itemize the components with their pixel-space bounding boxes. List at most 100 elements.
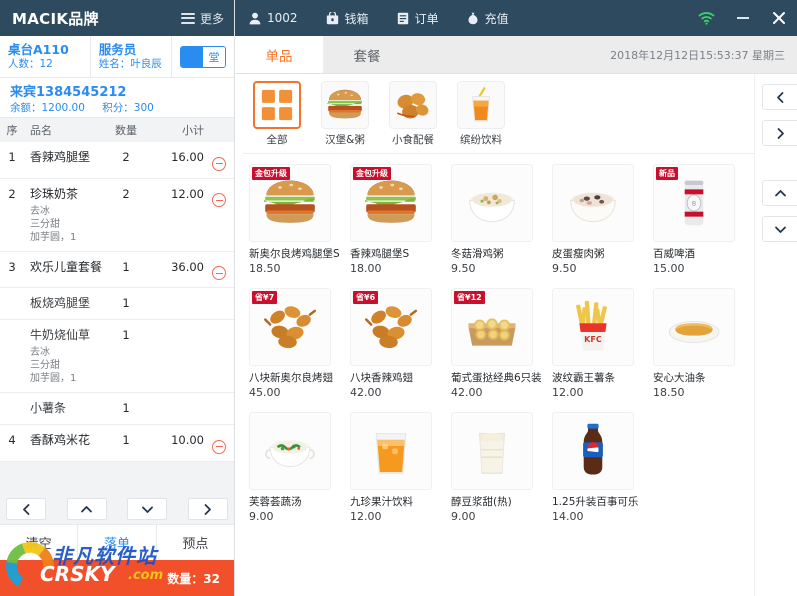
product-row-1: 省¥7 八块新奥尔良烤翅 45.00 省¥6 八块香辣鸡翅 42.00 省¥12… xyxy=(243,284,754,408)
product-price: 12.00 xyxy=(350,510,382,523)
cashbox-icon xyxy=(326,11,338,24)
order-item-index: 4 xyxy=(8,433,16,447)
product-card[interactable]: 安心大油条 18.50 xyxy=(653,284,754,408)
product-card[interactable]: 冬菇滑鸡粥 9.50 xyxy=(451,160,552,284)
order-prev-button[interactable] xyxy=(6,498,46,520)
order-item-qty[interactable]: 1 xyxy=(104,259,148,276)
more-menu-button[interactable]: 更多 xyxy=(180,10,224,27)
category-3[interactable]: 缤纷饮料 xyxy=(453,80,509,147)
order-item-row[interactable]: 2 珍珠奶茶 去冰 三分甜 加芋圆，1 2 12.00 xyxy=(0,178,234,252)
product-card[interactable]: KFC 波纹霸王薯条 12.00 xyxy=(552,284,653,408)
product-card[interactable]: 金包升级 新奥尔良烤鸡腿堡S 18.50 xyxy=(249,160,350,284)
order-up-button[interactable] xyxy=(66,498,107,520)
header-qty: 数量 xyxy=(115,124,137,137)
guest-info[interactable]: 来宾1384545212 余额：1200.00 积分：300 xyxy=(0,78,234,118)
product-name: 安心大油条 xyxy=(653,372,706,384)
order-item-row[interactable]: 3 欢乐儿童套餐 1 36.00 xyxy=(0,251,234,288)
product-card[interactable]: 省¥7 八块新奥尔良烤翅 45.00 xyxy=(249,284,350,408)
topbar-label-recharge: 充值 xyxy=(484,11,509,26)
order-down-button[interactable] xyxy=(127,498,168,520)
table-cell[interactable]: 桌台A110 人数：12 xyxy=(0,36,91,77)
product-name: 芙蓉荟蔬汤 xyxy=(249,496,302,508)
order-item-subtotal: 16.00 xyxy=(171,150,204,164)
close-button[interactable] xyxy=(761,0,797,36)
category-1[interactable]: 汉堡&粥 xyxy=(317,80,373,147)
order-item-qty[interactable]: 1 xyxy=(104,400,148,417)
goods-area: 全部 汉堡&粥 小食配餐 缤纷饮料 金包升级 新奥尔良烤鸡腿堡S 18.50 金… xyxy=(235,74,754,596)
order-item-qty[interactable]: 1 xyxy=(104,295,148,312)
order-item-name: 珍珠奶茶 xyxy=(30,186,79,201)
product-price: 12.00 xyxy=(552,386,584,399)
waiter-cell[interactable]: 服务员 姓名：叶良辰 xyxy=(91,36,172,77)
order-item-row[interactable]: 板烧鸡腿堡 1 xyxy=(0,288,234,320)
remove-item-icon[interactable] xyxy=(212,439,226,454)
order-item-name: 小薯条 xyxy=(30,401,67,415)
product-card[interactable]: 金包升级 香辣鸡腿堡S 18.00 xyxy=(350,160,451,284)
porridge-dark-icon xyxy=(552,164,634,242)
wings-icon: 省¥7 xyxy=(249,288,331,366)
topbar-item-user[interactable]: 1002 xyxy=(235,11,312,25)
grid-icon xyxy=(253,80,301,129)
order-action-button-0[interactable]: 清空 xyxy=(0,525,79,560)
order-item-option: 去冰 xyxy=(30,347,50,358)
order-pager xyxy=(0,494,234,524)
soup-icon xyxy=(249,412,331,490)
burger-icon: 金包升级 xyxy=(249,164,331,242)
remove-item-icon[interactable] xyxy=(212,156,226,171)
product-card[interactable]: 芙蓉荟蔬汤 9.00 xyxy=(249,408,350,532)
product-card[interactable]: 省¥6 八块香辣鸡翅 42.00 xyxy=(350,284,451,408)
order-item-row[interactable]: 牛奶烧仙草 去冰 三分甜 加芋圆，1 1 xyxy=(0,320,234,393)
remove-item-icon[interactable] xyxy=(212,193,226,207)
product-card[interactable]: 九珍果汁饮料 12.00 xyxy=(350,408,451,532)
product-badge: 新品 xyxy=(656,167,678,180)
table-info-bar: 桌台A110 人数：12 服务员 姓名：叶良辰 堂 xyxy=(0,36,234,78)
order-item-list[interactable]: 1 香辣鸡腿堡 2 16.00 2 珍珠奶茶 去冰 三分甜 加芋圆，1 2 12.00 3 欢乐儿童套餐… xyxy=(0,142,234,494)
product-card[interactable]: 醇豆浆甜(热) 9.00 xyxy=(451,408,552,532)
tab-combo[interactable]: 套餐 xyxy=(323,36,411,73)
order-item-option: 三分甜 xyxy=(30,360,60,371)
order-item-qty[interactable]: 2 xyxy=(104,186,148,203)
order-item-row[interactable]: 1 香辣鸡腿堡 2 16.00 xyxy=(0,142,234,179)
product-name: 皮蛋瘦肉粥 xyxy=(552,248,605,260)
product-card[interactable]: 1.25升装百事可乐 14.00 xyxy=(552,408,653,532)
window-top-bar: 1002 钱箱 订单 充值 xyxy=(235,0,797,36)
order-item-row[interactable]: 小薯条 1 xyxy=(0,393,234,425)
order-item-qty[interactable]: 1 xyxy=(104,432,148,449)
order-item-qty[interactable]: 2 xyxy=(104,149,148,166)
product-name: 九珍果汁饮料 xyxy=(350,496,413,508)
product-name: 八块新奥尔良烤翅 xyxy=(249,372,333,384)
remove-item-icon[interactable] xyxy=(212,266,226,280)
grid-down-button[interactable] xyxy=(761,216,797,242)
wifi-icon[interactable] xyxy=(688,11,725,25)
order-item-name: 欢乐儿童套餐 xyxy=(30,259,103,274)
tab-single-item[interactable]: 单品 xyxy=(235,36,323,73)
grid-next-button[interactable] xyxy=(761,120,797,146)
main-panel: 1002 钱箱 订单 充值 单品 套餐 2018年12月12日15:53:37 … xyxy=(235,0,797,596)
topbar-item-order[interactable]: 订单 xyxy=(383,10,453,27)
product-name: 百威啤酒 xyxy=(653,248,695,260)
product-card[interactable]: 皮蛋瘦肉粥 9.50 xyxy=(552,160,653,284)
tabs-spacer xyxy=(411,36,610,73)
order-item-qty[interactable]: 1 xyxy=(104,327,148,344)
product-badge: 省¥7 xyxy=(252,291,278,304)
topbar-item-cashbox[interactable]: 钱箱 xyxy=(312,10,383,27)
product-card[interactable]: B 新品 百威啤酒 15.00 xyxy=(653,160,754,284)
topbar-item-recharge[interactable]: 充值 xyxy=(453,10,523,27)
order-action-button-2[interactable]: 预点 xyxy=(157,525,234,560)
product-price: 42.00 xyxy=(451,386,483,399)
category-2[interactable]: 小食配餐 xyxy=(385,80,441,147)
order-item-option: 去冰 xyxy=(30,205,50,217)
product-name: 1.25升装百事可乐 xyxy=(552,496,639,508)
dine-mode-toggle[interactable]: 堂 xyxy=(180,45,226,68)
waiter-title: 服务员 xyxy=(98,42,137,57)
table-number: 桌台A110 xyxy=(8,42,69,57)
minimize-button[interactable] xyxy=(725,0,761,36)
grid-prev-button[interactable] xyxy=(761,84,797,110)
product-card[interactable]: 省¥12 葡式蛋挞经典6只装 42.00 xyxy=(451,284,552,408)
grid-up-button[interactable] xyxy=(761,180,797,206)
category-0[interactable]: 全部 xyxy=(249,80,305,147)
order-item-name-cell: 板烧鸡腿堡 xyxy=(24,295,104,312)
order-item-row[interactable]: 4 香酥鸡米花 1 10.00 xyxy=(0,425,234,462)
order-action-button-1[interactable]: 落单 xyxy=(78,525,157,560)
order-next-button[interactable] xyxy=(187,498,228,520)
